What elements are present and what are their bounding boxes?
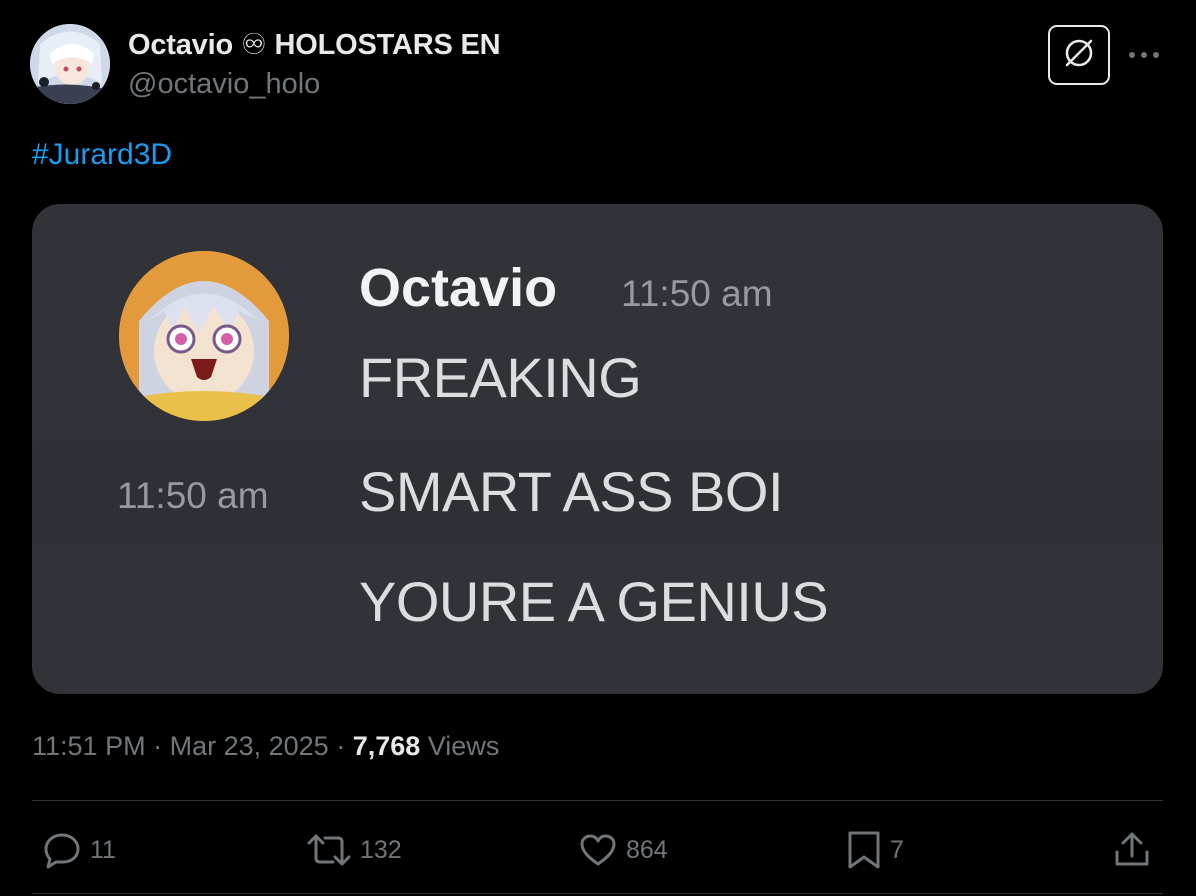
share-icon xyxy=(1112,830,1152,870)
author-avatar[interactable] xyxy=(30,24,110,104)
reply-icon xyxy=(42,830,82,870)
retweet-button[interactable]: 132 xyxy=(306,828,402,872)
retweet-icon xyxy=(306,830,352,870)
tweet-view: Octavio ♾ HOLOSTARS EN @octavio_holo #Ju… xyxy=(0,0,1196,896)
tweet-hashtag-link[interactable]: #Jurard3D xyxy=(32,138,172,172)
discord-side-timestamp: 11:50 am xyxy=(117,475,269,516)
discord-message-line: YOURE A GENIUS xyxy=(359,570,829,633)
retweet-count: 132 xyxy=(360,835,402,864)
discord-header-timestamp: 11:50 am xyxy=(621,273,773,314)
discord-message-line: SMART ASS BOI xyxy=(359,460,784,523)
tweet-meta: 11:51 PM · Mar 23, 2025 · 7,768 Views xyxy=(32,731,499,762)
discord-message-line: FREAKING xyxy=(359,346,642,409)
bookmark-count: 7 xyxy=(890,835,904,864)
reply-button[interactable]: 11 xyxy=(42,828,116,872)
meta-separator: · xyxy=(145,731,170,761)
bookmark-icon xyxy=(846,830,882,870)
like-icon xyxy=(578,830,618,870)
tweet-time-link[interactable]: 11:51 PM xyxy=(32,731,146,761)
grok-button[interactable] xyxy=(1048,25,1110,85)
divider xyxy=(32,800,1163,801)
divider xyxy=(32,893,1163,894)
views-count: 7,768 xyxy=(352,731,421,761)
views-label: Views xyxy=(427,731,500,761)
share-button[interactable] xyxy=(1112,828,1152,872)
more-button[interactable] xyxy=(1124,40,1164,70)
grok-icon xyxy=(1062,36,1096,75)
like-button[interactable]: 864 xyxy=(578,828,668,872)
more-icon xyxy=(1128,46,1160,64)
meta-separator: · xyxy=(328,731,353,761)
author-display-name[interactable]: Octavio ♾ HOLOSTARS EN xyxy=(128,27,501,62)
bookmark-button[interactable]: 7 xyxy=(846,828,904,872)
discord-username: Octavio xyxy=(359,258,558,318)
tweet-media-image[interactable]: Octavio 11:50 am FREAKING 11:50 am SMART… xyxy=(32,204,1163,694)
discord-avatar xyxy=(119,251,289,421)
like-count: 864 xyxy=(626,835,668,864)
tweet-date-link[interactable]: Mar 23, 2025 xyxy=(170,731,329,761)
author-handle[interactable]: @octavio_holo xyxy=(128,68,320,101)
reply-count: 11 xyxy=(90,835,116,864)
